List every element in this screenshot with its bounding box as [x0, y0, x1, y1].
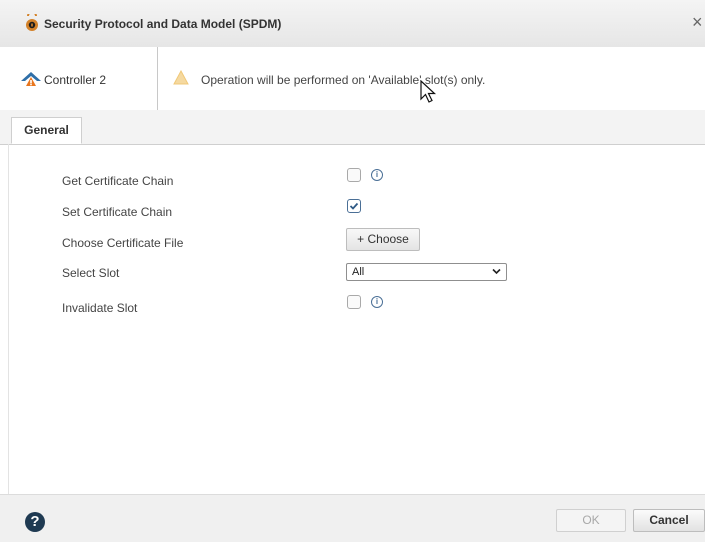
help-icon[interactable]: ? [25, 512, 45, 532]
select-slot-label: Select Slot [62, 266, 120, 280]
info-bar-divider [157, 47, 158, 110]
checkmark-icon [349, 202, 359, 210]
select-slot-value: All [352, 266, 365, 278]
choose-file-button[interactable]: + Choose [346, 228, 420, 251]
info-bar: Controller 2 Operation will be performed… [0, 47, 705, 111]
mouse-pointer-icon [420, 80, 437, 103]
warning-triangle-icon [173, 70, 189, 85]
info-message: Operation will be performed on 'Availabl… [201, 73, 486, 87]
controller-label: Controller 2 [44, 73, 107, 87]
dialog-footer: ? OK Cancel [0, 494, 705, 542]
tab-strip: General [0, 110, 705, 145]
dialog-titlebar: Security Protocol and Data Model (SPDM) … [0, 0, 705, 48]
content-left-border [0, 144, 9, 494]
info-icon[interactable]: i [371, 296, 383, 308]
choose-certificate-file-label: Choose Certificate File [62, 236, 184, 250]
invalidate-slot-label: Invalidate Slot [62, 301, 138, 315]
set-certificate-chain-label: Set Certificate Chain [62, 205, 173, 219]
get-certificate-chain-label: Get Certificate Chain [62, 174, 174, 188]
close-button[interactable]: × [692, 12, 703, 32]
select-slot-dropdown[interactable]: All [346, 263, 507, 281]
info-icon[interactable]: i [371, 169, 383, 181]
controller-icon [21, 72, 41, 86]
tab-general[interactable]: General [11, 117, 82, 144]
ok-button[interactable]: OK [556, 509, 626, 532]
cancel-button[interactable]: Cancel [633, 509, 705, 532]
chevron-down-icon [492, 268, 501, 275]
dialog-title: Security Protocol and Data Model (SPDM) [44, 17, 282, 31]
get-certificate-chain-checkbox[interactable] [347, 168, 361, 182]
invalidate-slot-checkbox[interactable] [347, 295, 361, 309]
security-lock-icon [26, 14, 38, 31]
set-certificate-chain-checkbox[interactable] [347, 199, 361, 213]
